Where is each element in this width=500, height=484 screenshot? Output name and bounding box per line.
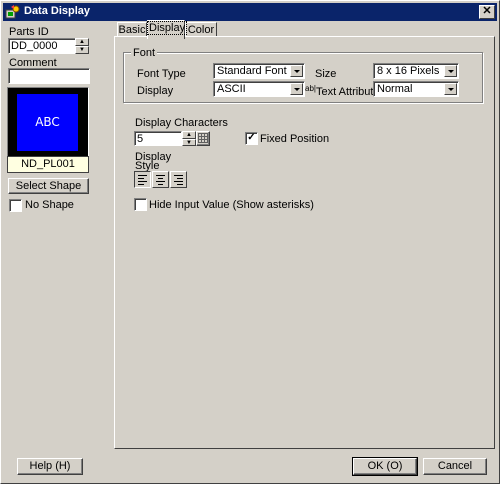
display-style-label: Display Style (135, 151, 172, 172)
tab-display-label: Display (146, 21, 188, 35)
spin-up-icon[interactable]: ▲ (182, 131, 196, 139)
text-attribute-label: Text Attribute (316, 86, 380, 98)
ok-button[interactable]: OK (O) (352, 457, 418, 476)
close-icon: ✕ (482, 5, 492, 17)
dropdown-arrow-icon[interactable] (444, 83, 457, 95)
keypad-icon (198, 133, 208, 143)
app-icon (5, 5, 20, 19)
display-label: Display (137, 85, 174, 97)
font-type-label: Font Type (137, 68, 186, 80)
size-select[interactable]: 8 x 16 Pixels (373, 63, 459, 79)
size-value: 8 x 16 Pixels (377, 65, 440, 77)
display-characters-spinner[interactable]: ▲ ▼ (182, 131, 196, 146)
display-value: ASCII (217, 83, 246, 95)
text-attribute-value: Normal (377, 83, 413, 95)
hide-input-checkbox[interactable] (134, 198, 147, 211)
dropdown-arrow-icon[interactable] (290, 65, 303, 77)
tab-basic-label: Basic (118, 24, 146, 36)
parts-id-label: Parts ID (9, 26, 49, 38)
align-right-button[interactable] (170, 171, 187, 188)
spin-down-icon[interactable]: ▼ (75, 46, 89, 54)
comment-input[interactable] (8, 68, 90, 84)
fixed-position-checkbox[interactable]: ✓ (245, 132, 258, 145)
fixed-position-label: Fixed Position (260, 133, 330, 145)
select-shape-button[interactable]: Select Shape (8, 178, 89, 194)
size-label: Size (315, 68, 337, 80)
data-display-dialog: Data Display ✕ Parts ID DD_0000 ▲ ▼ Comm… (0, 0, 500, 484)
no-shape-label: No Shape (25, 199, 74, 211)
no-shape-checkbox[interactable] (9, 199, 22, 212)
font-type-value: Standard Font (217, 65, 287, 77)
align-left-icon (138, 175, 147, 185)
hide-input-label: Hide Input Value (Show asterisks) (149, 199, 314, 211)
align-left-button[interactable] (134, 171, 151, 188)
display-tab-panel: Font Font Type Standard Font Size 8 x 16… (114, 36, 495, 449)
close-button[interactable]: ✕ (479, 5, 495, 19)
align-right-icon (174, 175, 183, 185)
font-type-select[interactable]: Standard Font (213, 63, 305, 79)
dropdown-arrow-icon[interactable] (444, 65, 457, 77)
preview-display: ABC (17, 94, 78, 151)
text-attribute-select[interactable]: Normal (373, 81, 459, 97)
shape-preview[interactable]: ABC (7, 87, 89, 157)
spin-up-icon[interactable]: ▲ (75, 38, 89, 46)
font-group-title: Font (131, 47, 158, 59)
display-characters-input[interactable]: 5 (134, 131, 182, 146)
align-center-icon (156, 175, 165, 185)
dropdown-arrow-icon[interactable] (290, 83, 303, 95)
text-attribute-icon: ab| (305, 84, 316, 93)
display-characters-label: Display Characters (135, 117, 228, 129)
shape-name: ND_PL001 (7, 156, 89, 173)
parts-id-spinner[interactable]: ▲ ▼ (75, 38, 89, 54)
help-button[interactable]: Help (H) (17, 458, 83, 475)
check-icon: ✓ (247, 132, 256, 143)
cancel-button[interactable]: Cancel (423, 458, 487, 475)
display-select[interactable]: ASCII (213, 81, 305, 97)
align-center-button[interactable] (152, 171, 169, 188)
keypad-button[interactable] (196, 131, 210, 146)
window-title: Data Display (24, 5, 91, 17)
title-bar[interactable]: Data Display ✕ (3, 3, 497, 21)
parts-id-input[interactable]: DD_0000 (8, 38, 76, 54)
spin-down-icon[interactable]: ▼ (182, 138, 196, 146)
tab-color-label: Color (187, 24, 215, 36)
tab-display[interactable]: Display (146, 20, 188, 39)
